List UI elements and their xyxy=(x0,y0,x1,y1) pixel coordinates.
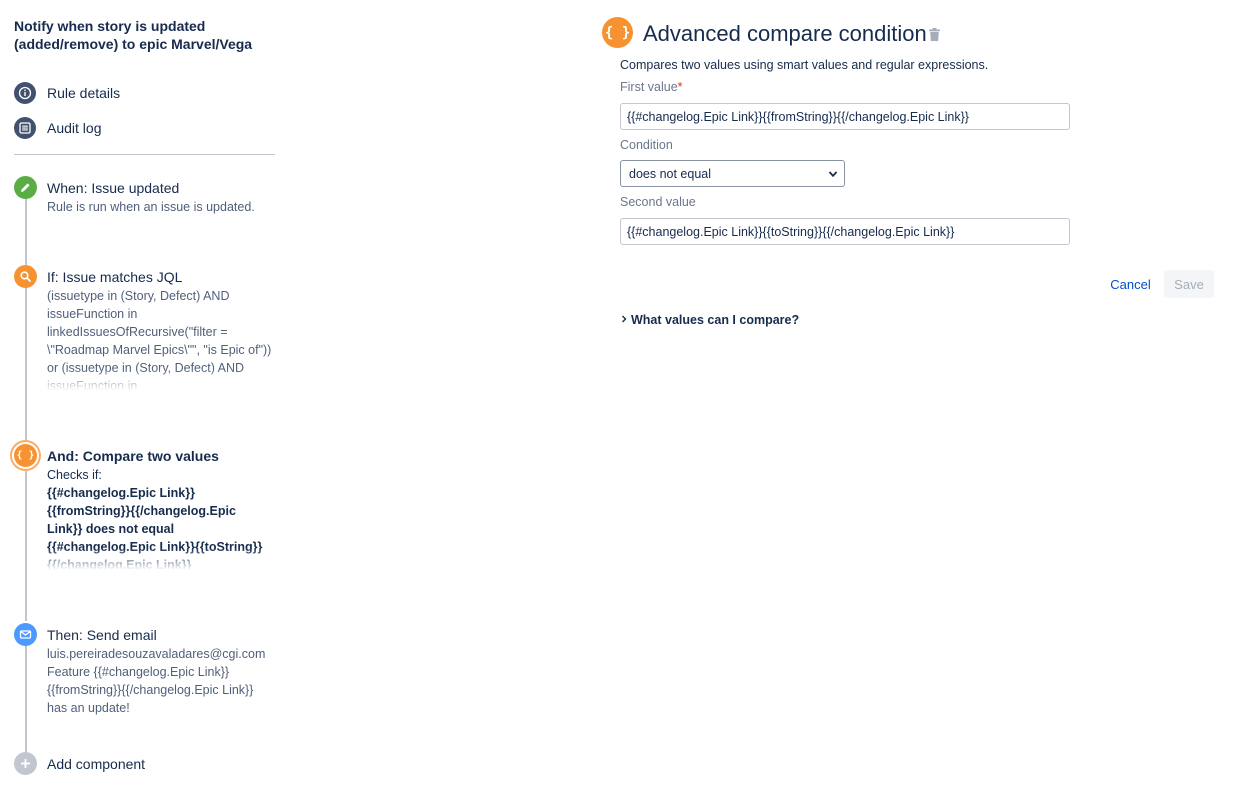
braces-icon: { } xyxy=(602,17,633,48)
braces-icon: { } xyxy=(14,444,37,467)
send-email-step[interactable]: Then: Send email luis.pereiradesouzavala… xyxy=(14,623,284,718)
step-description-line: {{fromString}}{{/changelog.Epic xyxy=(47,504,236,518)
step-description-line: \"Roadmap Marvel Epics\"", "is Epic of")… xyxy=(47,343,272,357)
trash-icon[interactable] xyxy=(929,28,940,41)
add-component-button[interactable]: Add component xyxy=(14,752,284,776)
step-description-line: has an update! xyxy=(47,701,130,715)
save-button[interactable]: Save xyxy=(1164,270,1214,298)
step-description-line: {{/changelog.Epic Link}} xyxy=(47,558,192,570)
step-description-line: Checks if: xyxy=(47,468,102,482)
step-description-line: Rule is run when an issue is updated. xyxy=(47,200,255,214)
step-description-line: Feature {{#changelog.Epic Link}} xyxy=(47,665,230,679)
step-description-line: issueFunction in xyxy=(47,379,138,391)
trigger-step[interactable]: When: Issue updated Rule is run when an … xyxy=(14,176,284,226)
condition-jql-step[interactable]: If: Issue matches JQL (issuetype in (Sto… xyxy=(14,265,284,395)
list-icon xyxy=(14,117,36,139)
step-description: Rule is run when an issue is updated. xyxy=(47,198,277,216)
braces-glyph: { } xyxy=(16,450,35,461)
plus-icon xyxy=(14,752,37,775)
envelope-icon xyxy=(14,623,37,646)
search-icon xyxy=(14,265,37,288)
step-title: When: Issue updated xyxy=(47,180,180,196)
rule-details-link[interactable]: Rule details xyxy=(14,82,120,104)
rule-details-label: Rule details xyxy=(47,85,121,101)
second-value-input[interactable] xyxy=(620,218,1070,245)
chevron-right-icon xyxy=(622,315,627,323)
info-icon xyxy=(14,82,36,104)
step-description-line: or (issuetype in (Story, Defect) AND xyxy=(47,361,245,375)
compare-values-step[interactable]: { } And: Compare two values Checks if: {… xyxy=(14,444,284,574)
step-description-line: (issuetype in (Story, Defect) AND xyxy=(47,289,230,303)
panel-intro: Compares two values using smart values a… xyxy=(620,58,989,72)
step-description-line: {{#changelog.Epic Link}} xyxy=(47,486,195,500)
condition-selected-value: does not equal xyxy=(629,166,712,181)
audit-log-label: Audit log xyxy=(47,120,102,136)
cancel-button[interactable]: Cancel xyxy=(1103,270,1158,298)
step-description: Checks if: {{#changelog.Epic Link}} {{fr… xyxy=(47,466,277,570)
rule-sidebar: Notify when story is updated (added/remo… xyxy=(0,0,290,795)
step-description-line: {{fromString}}{{/changelog.Epic Link}} xyxy=(47,683,254,697)
required-mark: * xyxy=(677,80,683,94)
sidebar-divider xyxy=(14,154,275,155)
step-description: (issuetype in (Story, Defect) AND issueF… xyxy=(47,287,277,391)
step-title: If: Issue matches JQL xyxy=(47,269,183,285)
condition-select[interactable]: does not equal xyxy=(620,160,845,187)
step-description-line: issueFunction in xyxy=(47,307,138,321)
step-description: luis.pereiradesouzavaladares@cgi.com Fea… xyxy=(47,645,277,717)
step-description-line: luis.pereiradesouzavaladares@cgi.com xyxy=(47,647,266,661)
step-description-line: Link}} does not equal xyxy=(47,522,175,536)
condition-label: Condition xyxy=(620,138,673,152)
step-description-line: linkedIssuesOfRecursive("filter = xyxy=(47,325,228,339)
step-description-line: {{#changelog.Epic Link}}{{toString}} xyxy=(47,540,263,554)
second-value-label: Second value xyxy=(620,195,696,209)
step-title: Then: Send email xyxy=(47,627,157,643)
first-value-input[interactable] xyxy=(620,103,1070,130)
pencil-icon xyxy=(14,176,37,199)
what-values-expander[interactable]: What values can I compare? xyxy=(620,313,799,327)
step-title: And: Compare two values xyxy=(47,448,219,464)
rule-title: Notify when story is updated (added/remo… xyxy=(14,18,253,52)
add-component-label: Add component xyxy=(47,756,146,772)
braces-glyph: { } xyxy=(604,24,631,41)
expander-label: What values can I compare? xyxy=(631,313,800,327)
first-value-label-text: First value xyxy=(620,80,678,94)
panel-title: Advanced compare condition xyxy=(643,21,927,46)
audit-log-link[interactable]: Audit log xyxy=(14,117,101,139)
first-value-label: First value* xyxy=(620,80,683,94)
chevron-down-icon xyxy=(828,171,838,178)
